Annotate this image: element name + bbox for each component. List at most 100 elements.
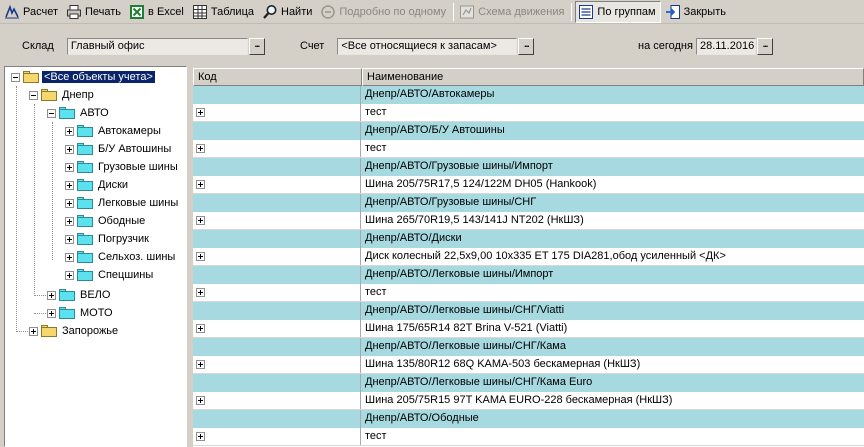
print-button[interactable]: Печать: [64, 1, 125, 23]
expand-icon[interactable]: [47, 308, 56, 318]
tree-item-selhoz[interactable]: Сельхоз. шины: [65, 248, 177, 266]
table-button[interactable]: Таблица: [190, 1, 258, 23]
tree-item-avto[interactable]: АВТО: [47, 104, 111, 122]
expand-icon[interactable]: [196, 144, 205, 153]
tree-item-specshiny[interactable]: Спецшины: [65, 266, 155, 284]
group-row[interactable]: Днепр/АВТО/Б/У Автошины: [193, 122, 864, 140]
name-cell: Шина 135/80R12 68Q KAMA-503 бескамерная …: [361, 356, 864, 374]
column-header-code[interactable]: Код: [193, 68, 362, 86]
code-cell: [193, 158, 361, 176]
code-cell: [193, 428, 361, 446]
raschet-button[interactable]: Расчет: [2, 1, 62, 23]
tree-item-legkovye[interactable]: Легковые шины: [65, 194, 180, 212]
expand-icon[interactable]: [196, 360, 205, 369]
name-cell: Днепр/АВТО/Грузовые шины/СНГ: [365, 196, 537, 208]
expand-icon[interactable]: [65, 144, 74, 154]
tree-root[interactable]: <Все объекты учета>: [11, 68, 156, 86]
tree-item-velo[interactable]: ВЕЛО: [47, 286, 112, 304]
tree-item-avtokamery[interactable]: Автокамеры: [65, 122, 163, 140]
find-label: Найти: [281, 5, 313, 18]
group-row[interactable]: Днепр/АВТО/Легковые шины/СНГ/Viatti: [193, 302, 864, 320]
expand-icon[interactable]: [196, 180, 205, 189]
tree-item-zaporozhye[interactable]: Запорожье: [29, 322, 120, 340]
account-select-button[interactable]: ...: [518, 37, 535, 55]
table-row[interactable]: Шина 135/80R12 68Q KAMA-503 бескамерная …: [193, 356, 864, 374]
code-cell: [193, 194, 361, 212]
group-row[interactable]: Днепр/АВТО/Легковые шины/СНГ/Кама: [193, 338, 864, 356]
expand-icon[interactable]: [196, 324, 205, 333]
flow-scheme-button[interactable]: Схема движения: [457, 1, 568, 23]
group-row[interactable]: Днепр/АВТО/Грузовые шины/Импорт: [193, 158, 864, 176]
tree-item-dnepr[interactable]: Днепр: [29, 86, 96, 104]
table-row[interactable]: Шина 205/75R15 97T KAMA EURO-228 бескаме…: [193, 392, 864, 410]
expand-icon[interactable]: [65, 216, 74, 226]
expand-icon[interactable]: [196, 432, 205, 441]
code-cell: [193, 374, 361, 392]
object-tree[interactable]: <Все объекты учета> Днепр АВТО Автокамер…: [4, 66, 187, 447]
tree-item-pogruzchik[interactable]: Погрузчик: [65, 230, 151, 248]
folder-icon: [77, 269, 93, 281]
tree-item-moto[interactable]: МОТО: [47, 304, 115, 322]
expand-icon[interactable]: [29, 326, 38, 336]
group-row[interactable]: Днепр/АВТО/Диски: [193, 230, 864, 248]
expand-icon[interactable]: [65, 198, 74, 208]
find-button[interactable]: Найти: [260, 1, 316, 23]
collapse-icon[interactable]: [29, 90, 38, 100]
tree-item-bu-avtoshiny[interactable]: Б/У Автошины: [65, 140, 173, 158]
table-row[interactable]: Диск колесный 22,5x9,00 10x335 ET 175 DI…: [193, 248, 864, 266]
expand-icon[interactable]: [65, 162, 74, 172]
warehouse-filter: Склад Главный офис ...: [22, 36, 265, 56]
expand-icon[interactable]: [65, 180, 74, 190]
table-row[interactable]: Шина 175/65R14 82T Brina V-521 (Viatti): [193, 320, 864, 338]
table-row[interactable]: тест: [193, 284, 864, 302]
close-button[interactable]: Закрыть: [663, 1, 730, 23]
detail-one-button[interactable]: Подробно по одному: [318, 1, 450, 23]
tree-item-gruzovye[interactable]: Грузовые шины: [65, 158, 180, 176]
expand-icon[interactable]: [65, 252, 74, 262]
date-field[interactable]: 28.11.2016: [695, 37, 756, 55]
expand-icon[interactable]: [196, 252, 205, 261]
name-cell: Днепр/АВТО/Грузовые шины/Импорт: [365, 160, 553, 172]
expand-icon[interactable]: [65, 234, 74, 244]
expand-icon[interactable]: [196, 108, 205, 117]
expand-icon[interactable]: [196, 216, 205, 225]
tree-item-obodnye[interactable]: Ободные: [65, 212, 147, 230]
group-row[interactable]: Днепр/АВТО/Легковые шины/СНГ/Кама Euro: [193, 374, 864, 392]
table-row[interactable]: тест: [193, 104, 864, 122]
expand-icon[interactable]: [65, 126, 74, 136]
excel-label: в Excel: [148, 5, 184, 18]
expand-icon[interactable]: [47, 290, 56, 300]
by-groups-button[interactable]: По группам: [575, 0, 661, 23]
date-select-button[interactable]: ...: [756, 37, 773, 55]
tree-line: [34, 295, 46, 296]
tree-line: [52, 122, 53, 260]
column-header-name[interactable]: Наименование: [362, 68, 864, 86]
folder-icon: [77, 179, 93, 191]
excel-button[interactable]: в Excel: [127, 1, 188, 23]
collapse-icon[interactable]: [11, 72, 20, 82]
detail-icon: [320, 4, 336, 20]
items-grid[interactable]: Код Наименование Днепр/АВТО/Автокамеры те…: [193, 68, 864, 447]
account-field[interactable]: <Все относящиеся к запасам>: [337, 37, 518, 55]
tree-item-label: Погрузчик: [98, 233, 149, 245]
expand-icon[interactable]: [65, 270, 74, 280]
code-cell: [193, 122, 361, 140]
tree-line: [16, 331, 28, 332]
grid-header: Код Наименование: [193, 68, 864, 86]
table-row[interactable]: тест: [193, 140, 864, 158]
expand-icon[interactable]: [196, 396, 205, 405]
table-row[interactable]: тест: [193, 428, 864, 446]
table-row[interactable]: Шина 205/75R17,5 124/122M DH05 (Hankook): [193, 176, 864, 194]
warehouse-field[interactable]: Главный офис: [66, 37, 248, 55]
warehouse-select-button[interactable]: ...: [248, 37, 265, 55]
table-row[interactable]: Шина 265/70R19,5 143/141J NT202 (НкШЗ): [193, 212, 864, 230]
collapse-icon[interactable]: [47, 108, 56, 118]
group-row[interactable]: Днепр/АВТО/Ободные: [193, 410, 864, 428]
expand-icon[interactable]: [196, 288, 205, 297]
group-row[interactable]: Днепр/АВТО/Грузовые шины/СНГ: [193, 194, 864, 212]
folder-icon: [59, 307, 75, 319]
tree-item-label: Грузовые шины: [98, 161, 178, 173]
group-row[interactable]: Днепр/АВТО/Легковые шины/Импорт: [193, 266, 864, 284]
group-row[interactable]: Днепр/АВТО/Автокамеры: [193, 86, 864, 104]
tree-item-diski[interactable]: Диски: [65, 176, 130, 194]
